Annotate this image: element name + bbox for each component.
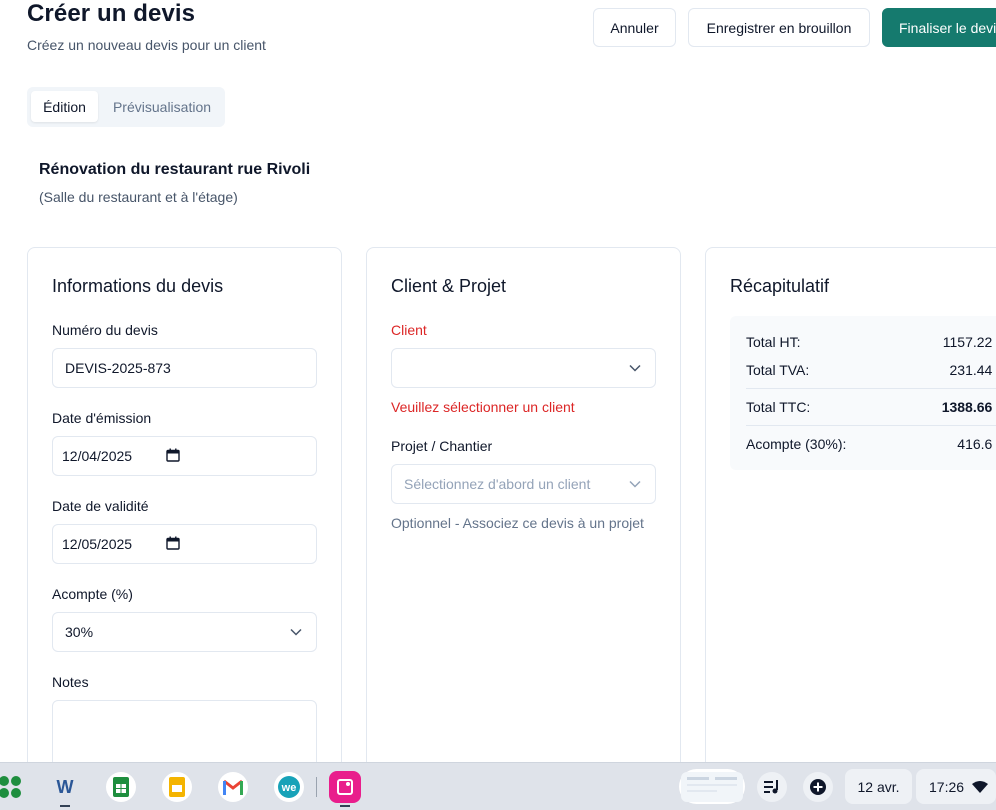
finalize-button[interactable]: Finaliser le devis	[882, 8, 996, 47]
project-select[interactable]: Sélectionnez d'abord un client	[391, 464, 656, 504]
project-hint: Optionnel - Associez ce devis à un proje…	[391, 515, 644, 531]
slides-icon[interactable]	[162, 772, 192, 802]
chevron-down-icon	[290, 628, 302, 636]
total-tva-row: Total TVA: 231.44 €	[746, 362, 996, 378]
client-label: Client	[391, 322, 427, 338]
validity-date-input[interactable]: 12/05/2025	[52, 524, 317, 564]
divider	[746, 388, 996, 389]
deposit-select[interactable]: 30%	[52, 612, 317, 652]
total-ht-label: Total HT:	[746, 334, 800, 350]
app-icon[interactable]	[329, 771, 361, 803]
validity-date-value: 12/05/2025	[62, 536, 132, 552]
chevron-down-icon	[629, 364, 641, 372]
summary-card: Récapitulatif Total HT: 1157.22 € Total …	[705, 247, 996, 762]
total-ttc-label: Total TTC:	[746, 399, 810, 415]
total-tva-value: 231.44 €	[950, 362, 996, 378]
quote-number-value: DEVIS-2025-873	[65, 360, 171, 376]
add-icon[interactable]	[803, 772, 833, 802]
cancel-button[interactable]: Annuler	[593, 8, 676, 47]
issue-date-value: 12/04/2025	[62, 448, 132, 464]
calendar-icon[interactable]	[166, 448, 180, 462]
issue-date-label: Date d'émission	[52, 410, 151, 426]
launcher-icon[interactable]	[0, 772, 26, 802]
quote-number-input[interactable]: DEVIS-2025-873	[52, 348, 317, 388]
separator	[316, 777, 317, 797]
window-preview[interactable]	[679, 769, 745, 804]
totals-box: Total HT: 1157.22 € Total TVA: 231.44 € …	[730, 316, 996, 470]
wifi-icon	[972, 781, 988, 793]
deposit-value: 30%	[65, 624, 93, 640]
sheets-icon[interactable]	[106, 772, 136, 802]
client-select[interactable]	[391, 348, 656, 388]
notes-label: Notes	[52, 674, 89, 690]
deposit-amount-value: 416.6 €	[957, 436, 996, 452]
taskbar: W we 12 avr. 17:26	[0, 762, 996, 810]
gmail-icon[interactable]	[218, 772, 248, 802]
quote-info-card: Informations du devis Numéro du devis DE…	[27, 247, 342, 762]
issue-date-input[interactable]: 12/04/2025	[52, 436, 317, 476]
calendar-icon[interactable]	[166, 536, 180, 550]
card-title: Informations du devis	[52, 276, 223, 297]
total-ttc-value: 1388.66 €	[942, 399, 996, 415]
running-indicator	[60, 805, 70, 807]
total-tva-label: Total TVA:	[746, 362, 809, 378]
quote-number-label: Numéro du devis	[52, 322, 158, 338]
card-title: Client & Projet	[391, 276, 506, 297]
page-subtitle: Créez un nouveau devis pour un client	[27, 37, 266, 53]
card-title: Récapitulatif	[730, 276, 829, 297]
tab-edition[interactable]: Édition	[31, 91, 98, 122]
date-display[interactable]: 12 avr.	[845, 769, 912, 804]
notes-textarea[interactable]	[52, 700, 317, 762]
project-label: Projet / Chantier	[391, 438, 492, 454]
client-error-message: Veuillez sélectionner un client	[391, 399, 575, 415]
time-display: 17:26	[929, 779, 964, 795]
project-subtitle: (Salle du restaurant et à l'étage)	[39, 189, 238, 205]
client-project-card: Client & Projet Client Veuillez sélectio…	[366, 247, 681, 762]
deposit-row: Acompte (30%): 416.6 €	[746, 436, 996, 452]
total-ht-value: 1157.22 €	[943, 334, 996, 350]
playlist-icon[interactable]	[757, 772, 787, 802]
page-title: Créer un devis	[27, 0, 195, 28]
deposit-amount-label: Acompte (30%):	[746, 436, 846, 452]
deposit-label: Acompte (%)	[52, 586, 133, 602]
quote-editor-page: Créer un devis Créez un nouveau devis po…	[0, 0, 996, 762]
total-ht-row: Total HT: 1157.22 €	[746, 334, 996, 350]
tab-list: Édition Prévisualisation	[27, 87, 225, 127]
clock-status[interactable]: 17:26	[916, 769, 996, 804]
divider	[746, 425, 996, 426]
project-placeholder: Sélectionnez d'abord un client	[404, 476, 590, 492]
save-draft-button[interactable]: Enregistrer en brouillon	[688, 8, 870, 47]
validity-date-label: Date de validité	[52, 498, 149, 514]
svg-text:we: we	[281, 782, 297, 794]
tab-preview[interactable]: Prévisualisation	[102, 91, 222, 122]
running-indicator	[340, 805, 350, 807]
project-title: Rénovation du restaurant rue Rivoli	[39, 161, 310, 179]
word-icon[interactable]: W	[50, 772, 80, 802]
chevron-down-icon	[629, 480, 641, 488]
total-ttc-row: Total TTC: 1388.66 €	[746, 399, 996, 415]
wetransfer-icon[interactable]: we	[274, 772, 304, 802]
